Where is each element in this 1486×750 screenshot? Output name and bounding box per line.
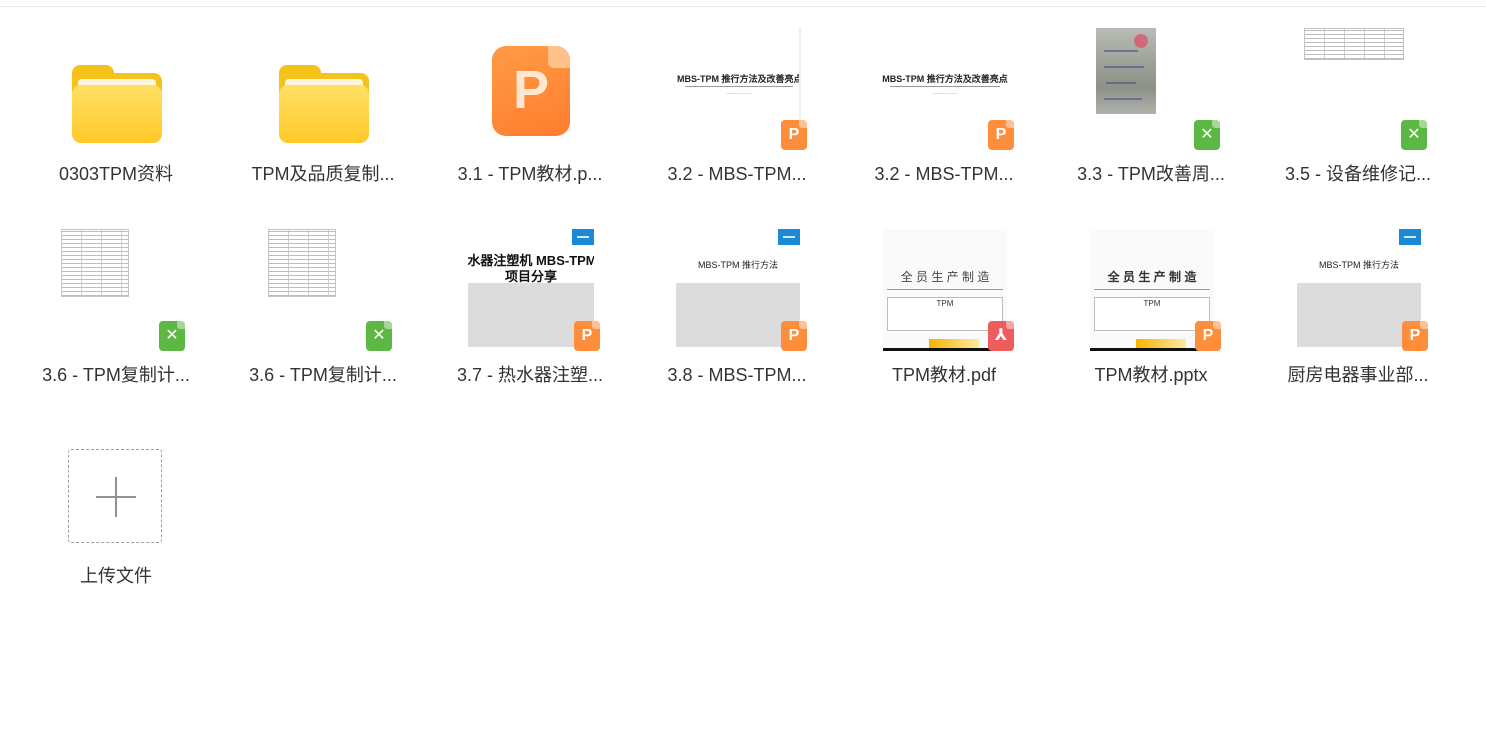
ppt-badge-icon: P — [1402, 321, 1428, 351]
file-name: TPM教材.pptx — [1094, 365, 1208, 385]
document-preview: MBS-TPM 推行方法及改善亮点 ——— ——— — [882, 27, 1008, 129]
ppt-badge-icon: P — [988, 120, 1014, 150]
ppt-badge-icon: P — [574, 321, 600, 351]
file-tile-xls-3-6a[interactable]: ✕ 3.6 - TPM复制计... — [21, 220, 211, 410]
file-tile-pptx-tpm[interactable]: 全 员 生 产 制 造 TPM P TPM教材.pptx — [1056, 220, 1246, 410]
file-tile-ppt-3-7[interactable]: 水器注塑机 MBS-TPM 项目分享 P 3.7 - 热水器注塑... — [435, 220, 625, 410]
pdf-badge-icon: ⅄ — [988, 321, 1014, 351]
file-tile-ppt-3-8[interactable]: MBS-TPM 推行方法 P 3.8 - MBS-TPM... — [642, 220, 832, 410]
file-name: TPM及品质复制... — [251, 164, 395, 184]
folder-icon — [263, 39, 383, 159]
file-name: 3.6 - TPM复制计... — [249, 365, 397, 385]
file-name: 3.7 - 热水器注塑... — [456, 365, 604, 385]
preview-title: 水器注塑机 MBS-TPM — [468, 253, 594, 268]
photo-preview — [1096, 28, 1156, 114]
file-tile-pdf-tpm[interactable]: 全 员 生 产 制 造 TPM ⅄ TPM教材.pdf — [849, 220, 1039, 410]
file-name: 3.5 - 设备维修记... — [1284, 164, 1432, 184]
preview-title: MBS-TPM 推行方法及改善亮点 — [882, 74, 1008, 84]
upload-button[interactable] — [68, 449, 162, 543]
spreadsheet-preview — [1304, 28, 1404, 60]
file-tile-ppt-kitchen[interactable]: MBS-TPM 推行方法 P 厨房电器事业部... — [1263, 220, 1453, 410]
file-name: 3.2 - MBS-TPM... — [874, 164, 1014, 184]
excel-badge-icon: ✕ — [1401, 120, 1427, 150]
file-tile-xls-3-6b[interactable]: ✕ 3.6 - TPM复制计... — [228, 220, 418, 410]
folder-icon — [56, 39, 176, 159]
file-name: 3.1 - TPM教材.p... — [457, 164, 603, 184]
file-name: 3.6 - TPM复制计... — [42, 365, 190, 385]
spreadsheet-preview — [268, 229, 336, 297]
upload-label[interactable]: 上传文件 — [21, 564, 211, 588]
excel-badge-icon: ✕ — [366, 321, 392, 351]
file-tile-xls-3-3[interactable]: ✕ 3.3 - TPM改善周... — [1056, 19, 1246, 209]
document-preview: MBS-TPM 推行方法及改善亮点 ——— ——— — [677, 27, 801, 129]
file-grid: 0303TPM资料 TPM及品质复制... P 3.1 - TPM教材.p...… — [0, 0, 1486, 750]
file-tile-ppt-3-2b[interactable]: MBS-TPM 推行方法及改善亮点 ——— ——— P 3.2 - MBS-TP… — [849, 19, 1039, 209]
file-name: TPM教材.pdf — [891, 365, 997, 385]
file-name: 0303TPM资料 — [58, 164, 174, 184]
preview-subtitle: TPM — [1143, 299, 1161, 308]
file-tile-ppt-3-2a[interactable]: MBS-TPM 推行方法及改善亮点 ——— ——— P 3.2 - MBS-TP… — [642, 19, 832, 209]
preview-title: MBS-TPM 推行方法 — [698, 260, 778, 270]
file-tile-folder-0303[interactable]: 0303TPM资料 — [21, 19, 211, 209]
file-tile-ppt-3-1[interactable]: P 3.1 - TPM教材.p... — [435, 19, 625, 209]
spreadsheet-preview — [61, 229, 129, 297]
preview-title: MBS-TPM 推行方法及改善亮点 — [677, 74, 801, 84]
excel-badge-icon: ✕ — [1194, 120, 1220, 150]
ppt-badge-icon: P — [1195, 321, 1221, 351]
excel-badge-icon: ✕ — [159, 321, 185, 351]
ppt-badge-icon: P — [781, 120, 807, 150]
preview-subtitle: TPM — [936, 299, 954, 308]
preview-title: 全 员 生 产 制 造 — [900, 270, 990, 284]
file-name: 厨房电器事业部... — [1287, 365, 1429, 385]
ppt-file-icon: P — [470, 39, 590, 159]
file-name: 3.3 - TPM改善周... — [1077, 164, 1225, 184]
file-tile-xls-3-5[interactable]: ✕ 3.5 - 设备维修记... — [1263, 19, 1453, 209]
file-tile-folder-tpm[interactable]: TPM及品质复制... — [228, 19, 418, 209]
ppt-badge-icon: P — [781, 321, 807, 351]
preview-title: 全 员 生 产 制 造 — [1107, 270, 1197, 284]
file-name: 3.2 - MBS-TPM... — [667, 164, 807, 184]
file-name: 3.8 - MBS-TPM... — [667, 365, 807, 385]
preview-title: MBS-TPM 推行方法 — [1319, 260, 1399, 270]
